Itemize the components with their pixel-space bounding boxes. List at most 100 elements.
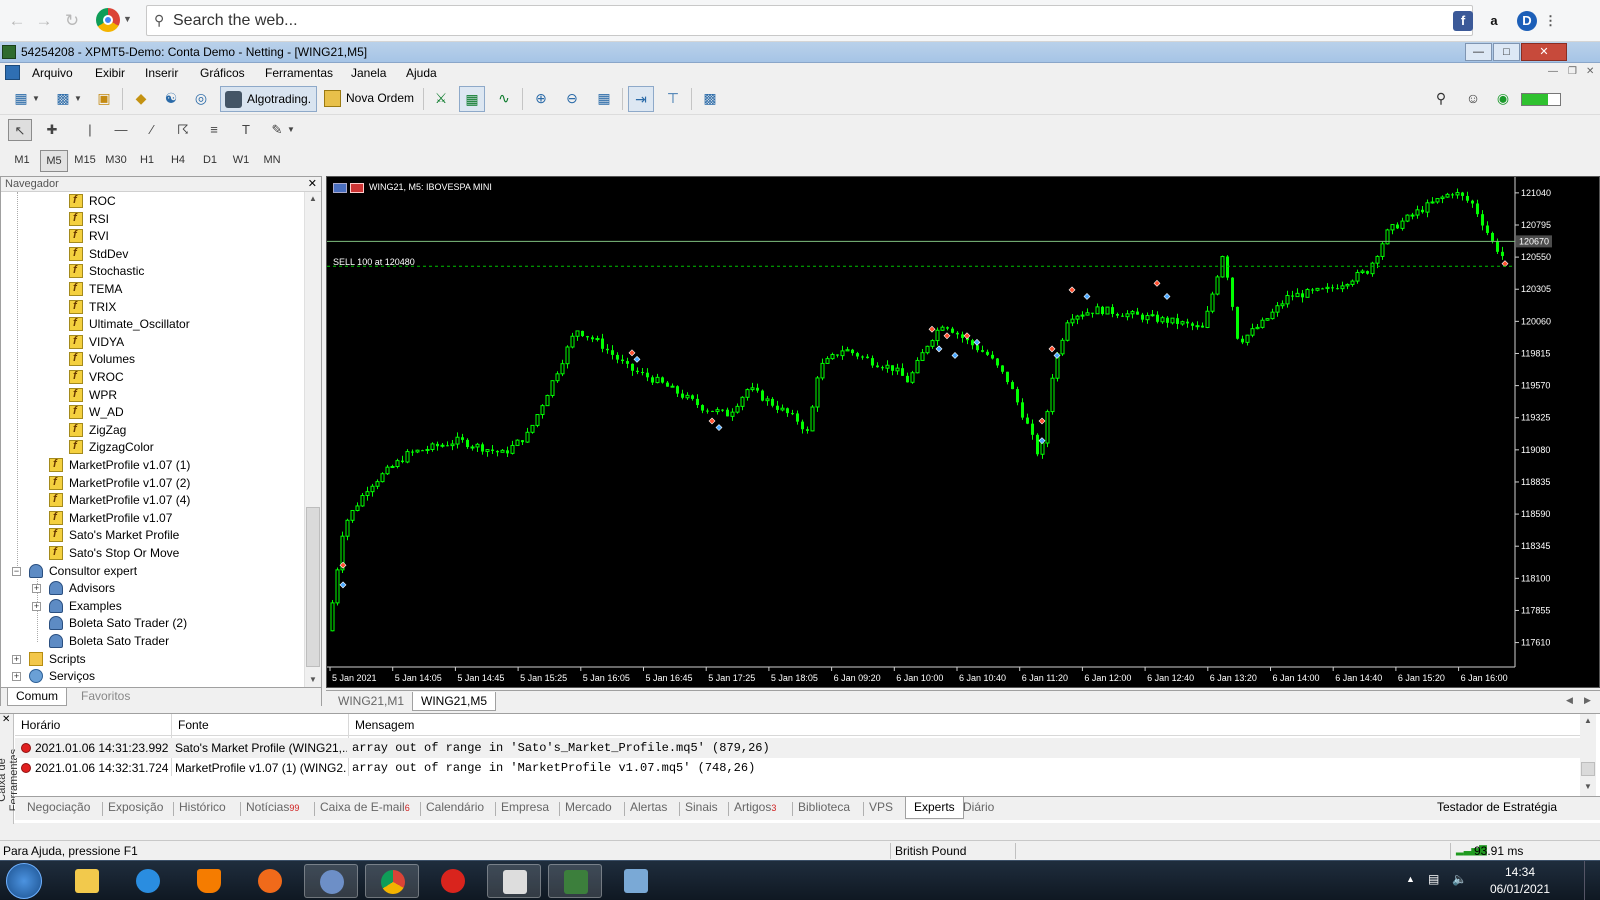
d-icon[interactable]: D xyxy=(1517,11,1537,31)
close-icon[interactable]: ✕ xyxy=(308,177,317,190)
start-button[interactable] xyxy=(6,863,42,899)
chevron-down-icon[interactable]: ▼ xyxy=(123,14,132,24)
navigator-item[interactable]: ZigzagColor xyxy=(69,438,154,457)
navigator-item[interactable]: Sato's Market Profile xyxy=(49,526,179,545)
scroll-right-icon[interactable]: ▶ xyxy=(1584,695,1591,706)
scroll-up-icon[interactable]: ▲ xyxy=(309,194,317,203)
chromium-icon[interactable] xyxy=(304,864,358,898)
timeframe-h1[interactable]: H1 xyxy=(133,150,161,172)
clock-date[interactable]: 06/01/2021 xyxy=(1485,882,1555,896)
navigator-item[interactable]: Boleta Sato Trader (2) xyxy=(49,615,187,633)
vlc-icon[interactable] xyxy=(182,864,236,898)
network-icon[interactable]: ▤ xyxy=(1428,872,1439,886)
tile-windows-icon[interactable]: ▦ xyxy=(591,86,617,112)
navigator-item[interactable]: Sato's Stop Or Move xyxy=(49,544,179,563)
scroll-down-icon[interactable]: ▼ xyxy=(309,675,317,684)
tab-chart-m5[interactable]: WING21,M5 xyxy=(412,692,497,711)
menu-ferramentas[interactable]: Ferramentas xyxy=(265,66,333,80)
navigator-item[interactable]: ZigZag xyxy=(69,421,126,440)
opera-icon[interactable] xyxy=(426,864,480,898)
chrome-icon[interactable] xyxy=(365,864,419,898)
close-icon[interactable]: ✕ xyxy=(2,714,10,725)
navigator-item[interactable]: MarketProfile v1.07 (4) xyxy=(49,491,190,510)
status-ping[interactable]: 93.91 ms xyxy=(1474,844,1523,858)
file-explorer-icon[interactable] xyxy=(60,864,114,898)
tab-caixa-de-e-mail[interactable]: Caixa de E-mail6 xyxy=(320,800,410,814)
forward-arrow-icon[interactable]: → xyxy=(33,10,55,32)
column-fonte[interactable]: Fonte xyxy=(178,718,209,732)
chrome-icon[interactable] xyxy=(96,8,120,32)
timeframe-m30[interactable]: M30 xyxy=(102,150,130,172)
price-chart[interactable]: 121040 120795 120550 120305 120060 119815 1195… xyxy=(326,176,1600,688)
mdi-restore-button[interactable]: ❐ xyxy=(1568,66,1577,77)
tray-expand-icon[interactable]: ▲ xyxy=(1406,874,1415,884)
market-watch-icon[interactable]: ▣ xyxy=(91,86,117,112)
chevron-down-icon[interactable]: ▼ xyxy=(30,86,42,112)
account-icon[interactable]: ☺ xyxy=(1460,86,1486,112)
close-button[interactable]: ✕ xyxy=(1521,43,1567,61)
navigator-item[interactable]: Scripts xyxy=(29,651,86,669)
tab-alertas[interactable]: Alertas xyxy=(630,800,667,814)
fibonacci-icon[interactable]: ≡ xyxy=(202,119,226,141)
templates-icon[interactable]: ▩ xyxy=(697,86,723,112)
timeframe-d1[interactable]: D1 xyxy=(196,150,224,172)
tab-biblioteca[interactable]: Biblioteca xyxy=(798,800,850,814)
navigator-item[interactable]: StdDev xyxy=(69,245,128,264)
status-profile[interactable]: British Pound xyxy=(895,844,966,858)
collapse-icon[interactable]: − xyxy=(12,566,21,576)
chevron-down-icon[interactable]: ▼ xyxy=(285,119,297,141)
navigator-item[interactable]: Advisors xyxy=(49,580,115,598)
navigator-item[interactable]: RVI xyxy=(69,227,109,246)
cursor-icon[interactable]: ↖ xyxy=(8,119,32,141)
timeframe-mn[interactable]: MN xyxy=(258,150,286,172)
maximize-button[interactable]: □ xyxy=(1493,43,1520,61)
tab-di-rio[interactable]: Diário xyxy=(963,800,994,814)
navigator-item[interactable]: Boleta Sato Trader xyxy=(49,633,169,651)
horizontal-line-icon[interactable]: — xyxy=(109,119,133,141)
tab-not-cias[interactable]: Notícias99 xyxy=(246,800,299,814)
tab-empresa[interactable]: Empresa xyxy=(501,800,549,814)
show-desktop-button[interactable] xyxy=(1584,861,1600,900)
chart-shift-icon[interactable]: ⊤ xyxy=(660,86,686,112)
scroll-left-icon[interactable]: ◀ xyxy=(1566,695,1573,706)
amazon-icon[interactable]: a xyxy=(1484,11,1504,31)
navigator-item[interactable]: Examples xyxy=(49,598,122,616)
counter-strike-icon[interactable] xyxy=(487,864,541,898)
log-row[interactable]: 2021.01.06 14:31:23.992 Sato's Market Pr… xyxy=(15,738,1580,758)
timeframe-m1[interactable]: M1 xyxy=(8,150,36,172)
search-icon[interactable]: ⚲ xyxy=(1428,86,1454,112)
scroll-down-icon[interactable]: ▼ xyxy=(1584,782,1592,791)
expand-icon[interactable]: + xyxy=(32,601,41,611)
menu-inserir[interactable]: Inserir xyxy=(145,66,178,80)
candlestick-chart-icon[interactable]: ▦ xyxy=(459,86,485,112)
algotrading-button[interactable]: Algotrading. xyxy=(220,86,318,112)
navigator-item[interactable]: ROC xyxy=(69,192,116,211)
tab-artigos[interactable]: Artigos3 xyxy=(734,800,776,814)
tab-chart-m1[interactable]: WING21,M1 xyxy=(330,692,412,711)
timeframe-m15[interactable]: M15 xyxy=(71,150,99,172)
navigator-scrollbar[interactable]: ▲ ▼ xyxy=(304,192,321,687)
back-arrow-icon[interactable]: ← xyxy=(6,10,28,32)
candlestick-chart[interactable]: 121040 120795 120550 120305 120060 119815 1195… xyxy=(327,177,1599,687)
tab-sinais[interactable]: Sinais xyxy=(685,800,718,814)
firefox-icon[interactable] xyxy=(243,864,297,898)
metatrader-icon[interactable] xyxy=(548,864,602,898)
signal-icon[interactable]: ◎ xyxy=(188,86,214,112)
expand-icon[interactable]: + xyxy=(12,654,21,664)
navigator-item[interactable]: TRIX xyxy=(69,298,116,317)
navigator-item[interactable]: Ultimate_Oscillator xyxy=(69,315,190,334)
navigator-item[interactable]: WPR xyxy=(69,386,117,405)
navigator-item[interactable]: Consultor expert xyxy=(29,563,137,581)
minimize-button[interactable]: — xyxy=(1465,43,1492,61)
zoom-out-icon[interactable]: ⊖ xyxy=(559,86,585,112)
timeframe-w1[interactable]: W1 xyxy=(227,150,255,172)
log-row[interactable]: 2021.01.06 14:32:31.724 MarketProfile v1… xyxy=(15,758,1580,778)
column-mensagem[interactable]: Mensagem xyxy=(355,718,414,732)
expand-icon[interactable]: + xyxy=(12,672,21,682)
sell-order-label[interactable]: SELL 100 at 120480 xyxy=(333,257,415,267)
navigator-item[interactable]: TEMA xyxy=(69,280,122,299)
data-window-icon[interactable]: ◆ xyxy=(128,86,154,112)
navigator-item[interactable]: VROC xyxy=(69,368,124,387)
zoom-in-icon[interactable]: ⊕ xyxy=(528,86,554,112)
text-tool-icon[interactable]: T xyxy=(234,119,258,141)
